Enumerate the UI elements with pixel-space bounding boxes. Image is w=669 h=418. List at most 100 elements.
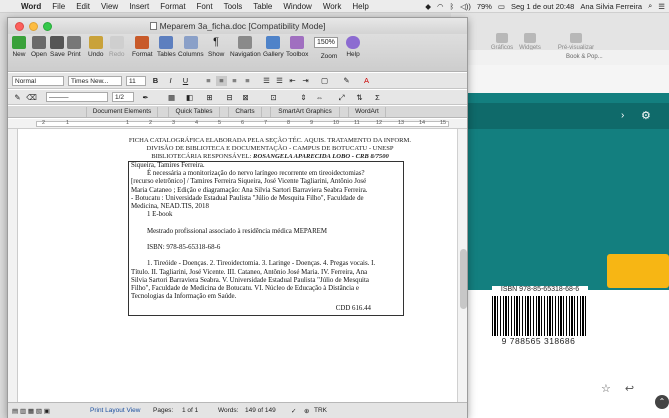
track-changes-label[interactable]: TRK [314,407,327,414]
help-button[interactable]: Help [346,36,360,58]
menu-table[interactable]: Table [248,2,278,11]
increase-indent-icon[interactable]: ⇥ [300,76,311,86]
tab-charts[interactable]: Charts [228,107,262,117]
scrollbar-thumb[interactable] [460,249,467,309]
view-mode-label: Print Layout View [90,407,141,414]
battery-icon[interactable]: ▭ [498,2,505,11]
italic-button[interactable]: I [165,76,176,86]
line-style-dropdown[interactable]: ——— [46,92,108,102]
pen-color-icon[interactable]: ✒ [140,93,151,103]
underline-button[interactable]: U [180,76,191,86]
toolbox-button[interactable]: Toolbox [286,36,308,58]
menu-insert[interactable]: Insert [124,2,155,11]
line-weight-dropdown[interactable]: 1/2 [112,92,134,102]
spelling-check-icon[interactable]: ✓ [291,407,296,415]
chevron-right-icon[interactable]: › [621,110,624,121]
notification-center-icon[interactable]: ☰ [658,2,665,11]
align-right-icon[interactable]: ≡ [229,76,240,86]
wifi-icon[interactable]: ◠ [437,2,444,11]
sort-icon[interactable]: ⇅ [354,93,365,103]
menubar-user[interactable]: Ana Silvia Ferreira [580,2,642,11]
open-button[interactable]: Open [31,36,47,58]
save-button[interactable]: Save [50,36,65,58]
star-icon[interactable]: ☆ [601,382,611,395]
eraser-icon[interactable]: ⌫ [26,93,37,103]
vertical-scrollbar[interactable] [457,129,467,402]
merge-cells-icon[interactable]: ⊟ [224,93,235,103]
dropbox-icon[interactable]: ◆ [425,2,431,11]
show-button[interactable]: ¶ Show [208,36,224,58]
menu-format[interactable]: Format [155,2,191,11]
distribute-cols-icon[interactable]: ⇔ [314,93,325,103]
bg-tab[interactable]: Book & Pop... [451,50,669,65]
style-dropdown[interactable]: Normal [12,76,64,86]
highlight-icon[interactable]: ✎ [341,76,352,86]
pages-value[interactable]: 1 of 1 [182,407,198,414]
undo-button[interactable]: Undo [88,36,104,58]
tab-smartart-graphics[interactable]: SmartArt Graphics [270,107,340,117]
bold-button[interactable]: B [150,76,161,86]
split-cells-icon[interactable]: ⊠ [240,93,251,103]
volume-icon[interactable]: ◁)) [460,2,471,11]
justify-icon[interactable]: ≡ [242,76,253,86]
catalog-header-line: FICHA CATALOGRÁFICA ELABORADA PELA SEÇÃO… [128,137,412,144]
horizontal-ruler[interactable]: 2 1 1 2 3 4 5 6 7 8 9 10 11 12 13 14 15 [8,119,467,129]
align-left-icon[interactable]: ≡ [203,76,214,86]
battery-percent[interactable]: 79% [477,2,492,11]
bg-yellow-button[interactable] [607,254,669,288]
menu-edit[interactable]: Edit [71,2,96,11]
gear-icon[interactable]: ⚙ [641,109,651,122]
new-button[interactable]: New [12,36,26,58]
navigation-button[interactable]: Navigation [230,36,261,58]
vertical-ruler[interactable] [8,129,18,402]
decrease-indent-icon[interactable]: ⇤ [287,76,298,86]
bg-preview-button[interactable]: Pré-visualizar [551,33,601,51]
menu-work[interactable]: Work [318,2,348,11]
catalog-card-box[interactable]: Siqueira, Tamires Ferreira. É necessária… [128,161,404,316]
columns-button[interactable]: Columns [178,36,204,58]
ruler-number: 4 [195,120,199,126]
font-dropdown[interactable]: Times New... [68,76,122,86]
shading-icon[interactable]: ◧ [184,93,195,103]
distribute-rows-icon[interactable]: ⇕ [298,93,309,103]
gallery-button[interactable]: Gallery [263,36,284,58]
tab-document-elements[interactable]: Document Elements [86,107,158,117]
words-value[interactable]: 149 of 149 [245,407,276,414]
window-titlebar[interactable]: Meparem 3a_ficha.doc [Compatibility Mode… [8,18,467,34]
table-borders-icon[interactable]: ▦ [166,93,177,103]
menubar-clock[interactable]: Seg 1 de out 20:48 [511,2,574,11]
redo-button[interactable]: Redo [109,36,125,58]
font-color-icon[interactable]: A [361,76,372,86]
font-size-dropdown[interactable]: 11 [126,76,146,86]
sum-icon[interactable]: Σ [372,93,383,103]
format-button[interactable]: Format [132,36,153,58]
print-button[interactable]: Print [67,36,81,58]
align-cell-icon[interactable]: ⊡ [268,93,279,103]
menu-file[interactable]: File [47,2,71,11]
tables-button[interactable]: Tables [157,36,176,58]
menu-help[interactable]: Help [347,2,374,11]
tab-wordart[interactable]: WordArt [348,107,386,117]
card-isbn: ISBN: 978-85-65318-68-6 [147,244,221,251]
pencil-icon[interactable]: ✎ [12,93,23,103]
zoom-input[interactable]: 150% [314,37,338,48]
numbered-list-icon[interactable]: ☰ [261,76,272,86]
autofit-icon[interactable]: ⤢ [336,93,347,103]
search-icon[interactable]: ⌕ [648,1,652,11]
bluetooth-icon[interactable]: ᛒ [450,2,455,11]
menu-view[interactable]: View [96,2,124,11]
reply-icon[interactable]: ↩ [625,382,634,395]
scroll-up-button[interactable]: ⌃ [655,395,669,409]
bg-widgets-button[interactable]: Widgets [513,33,547,51]
tab-quick-tables[interactable]: Quick Tables [168,107,220,117]
menu-app-word[interactable]: Word [16,2,47,11]
track-changes-icon[interactable]: ⊕ [304,407,309,415]
borders-icon[interactable]: ▢ [319,76,330,86]
bullet-list-icon[interactable]: ☰ [274,76,285,86]
menu-tools[interactable]: Tools [219,2,249,11]
menu-window[interactable]: Window [278,2,317,11]
menu-font[interactable]: Font [192,2,219,11]
view-buttons[interactable]: ▤ ▥ ▦ ▧ ▣ [12,407,50,415]
insert-table-icon[interactable]: ⊞ [204,93,215,103]
align-center-icon[interactable]: ≡ [216,76,227,86]
